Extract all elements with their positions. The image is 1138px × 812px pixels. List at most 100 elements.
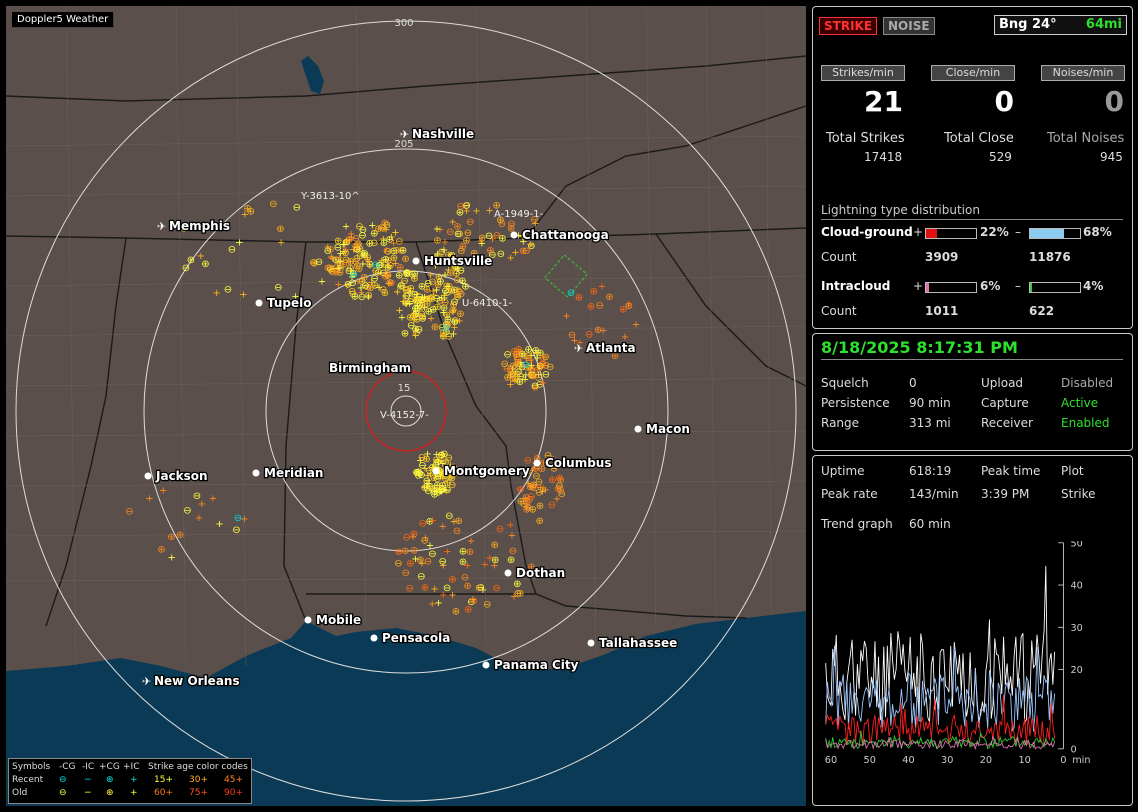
city-marker: Tallahassee: [587, 635, 679, 651]
bearing-display: Bng 24° 64mi: [994, 15, 1127, 35]
ic-negative-bar: [1029, 282, 1081, 293]
airport-icon: ✈: [157, 220, 166, 233]
trend-lines: [825, 565, 1056, 751]
map-canvas[interactable]: 300 205 15 Y-3613-10^ A-1949-1- U-6410-1…: [6, 6, 806, 806]
strike-symbol: ⊖: [439, 557, 447, 568]
strike-symbol: ⊕: [459, 557, 467, 568]
strike-symbol: ⊕: [332, 268, 340, 279]
strikes-per-min-value: 21: [864, 85, 903, 118]
city-label: Birmingham: [329, 361, 411, 375]
distribution-title: Lightning type distribution: [821, 203, 980, 217]
city-dot-icon: [510, 231, 518, 239]
storm-id-label: Y-3613-10^: [300, 191, 360, 202]
city-marker: Panama City: [482, 657, 580, 673]
strike-symbol: ⊖: [548, 500, 556, 511]
strike-symbol: ⊖: [125, 507, 133, 518]
trend-x-tick-label: 0: [1060, 755, 1066, 766]
strike-symbol: ⊖: [419, 519, 427, 530]
strike-symbol: +: [632, 320, 640, 331]
strike-symbol: ⊕: [247, 206, 255, 217]
strike-symbol: +: [145, 494, 153, 505]
strike-symbol: +: [159, 485, 167, 496]
strike-symbol: ⊕: [529, 504, 537, 515]
total-close-value: 529: [989, 150, 1012, 164]
city-dot-icon: [304, 616, 312, 624]
cg-minus-sign: –: [1015, 225, 1021, 239]
strike-symbol: ⊕: [421, 583, 429, 594]
recent-strike-symbol: ⊖: [522, 360, 530, 371]
lightning-map[interactable]: 300 205 15 Y-3613-10^ A-1949-1- U-6410-1…: [6, 6, 806, 806]
strike-symbol: +: [197, 251, 205, 262]
datetime-display: 8/18/2025 8:17:31 PM: [821, 338, 1018, 357]
strike-symbol: ⊕: [187, 255, 195, 266]
age-60-label: 60+: [154, 788, 173, 798]
strike-symbol: ⊖: [379, 284, 387, 295]
strike-symbol: ⊖: [224, 284, 232, 295]
strike-symbol: ⊕: [452, 606, 460, 617]
cg-negative-bar-fill: [1030, 229, 1064, 238]
noise-button[interactable]: NOISE: [883, 17, 935, 35]
total-close-label: Total Close: [944, 131, 1014, 146]
strike-symbol: ⊕: [496, 215, 504, 226]
recent-strike-symbol: ⊖: [567, 288, 575, 299]
trend-x-tick-label: 10: [1019, 755, 1031, 766]
upload-label: Upload: [981, 376, 1024, 390]
strike-symbol: +: [209, 493, 217, 504]
legend-recent-row: Recent ⊖ − ⊕ + 15+ 30+ 45+: [12, 775, 250, 787]
pos-ic-old-icon: +: [130, 788, 138, 798]
strike-symbol: +: [507, 253, 515, 264]
strike-symbol: ⊖: [406, 584, 414, 595]
strike-symbol: ⊖: [514, 589, 522, 600]
city-marker: Pensacola: [370, 630, 452, 646]
ic-plus-sign: +: [913, 279, 924, 293]
strike-symbol: ⊕: [605, 292, 613, 303]
strike-symbol: ⊖: [501, 359, 509, 370]
strike-button[interactable]: STRIKE: [819, 17, 878, 35]
symbol-legend: Symbols -CG -IC +CG +IC Strike age color…: [8, 758, 252, 804]
city-label: Mobile: [316, 613, 361, 627]
distribution-divider: [821, 219, 1123, 220]
airport-icon: ✈: [142, 675, 151, 688]
settings-divider: [821, 359, 1123, 360]
strike-symbol: ⊕: [399, 246, 407, 257]
strike-symbol: +: [387, 232, 395, 243]
map-title: Doppler5 Weather: [12, 12, 115, 28]
city-label: New Orleans: [154, 674, 240, 688]
total-strikes-value: 17418: [864, 150, 903, 164]
strike-symbol: ⊕: [556, 485, 564, 496]
city-label: Huntsville: [424, 254, 492, 268]
noises-per-min-value: 0: [1104, 85, 1124, 118]
city-dot-icon: [144, 472, 152, 480]
cg-positive-bar: [925, 228, 977, 239]
strike-symbol: +: [440, 290, 448, 301]
trend-graph-value: 60 min: [909, 517, 951, 531]
strike-symbol: ⊕: [419, 312, 427, 323]
strike-symbol: ⊕: [478, 233, 486, 244]
strike-symbol: ⊖: [475, 583, 483, 594]
strike-symbol: +: [379, 234, 387, 245]
cg-plus-sign: +: [913, 225, 924, 239]
strike-symbol: ⊕: [446, 268, 454, 279]
legend-recent-label: Recent: [12, 775, 44, 785]
strike-symbol: ⊕: [453, 221, 461, 232]
receiver-label: Receiver: [981, 416, 1033, 430]
peak-rate-label: Peak rate: [821, 487, 878, 501]
plot-value[interactable]: Strike: [1061, 487, 1096, 501]
city-label: Tallahassee: [599, 636, 677, 650]
strike-symbol: +: [441, 237, 449, 248]
cg-positive-bar-fill: [926, 229, 937, 238]
strike-symbol: ⊕: [409, 311, 417, 322]
recent-strike-symbol: ⊖: [234, 513, 242, 524]
distance-value: 64mi: [1085, 17, 1122, 32]
strikes-per-min-header: Strikes/min: [821, 65, 905, 81]
persistence-value: 90 min: [909, 396, 951, 410]
total-strikes-label: Total Strikes: [826, 131, 905, 146]
cg-positive-count: 3909: [925, 250, 959, 264]
strike-symbol: +: [318, 276, 326, 287]
strike-symbol: +: [450, 517, 458, 528]
strike-symbol: +: [439, 308, 447, 319]
strike-symbol: +: [431, 584, 439, 595]
city-marker: ✈ New Orleans: [142, 673, 241, 690]
age-45-label: 45+: [224, 775, 243, 785]
cloud-ground-label: Cloud-ground: [821, 225, 913, 239]
